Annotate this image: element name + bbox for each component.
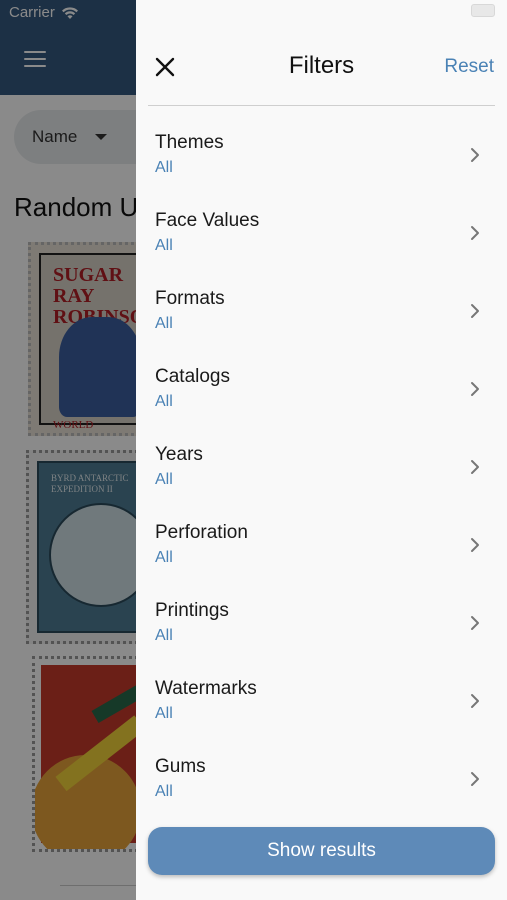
- filter-value: All: [155, 549, 173, 566]
- filter-row-printings[interactable]: Printings All: [136, 588, 507, 666]
- chevron-right-icon: [471, 538, 479, 552]
- filter-row-themes[interactable]: Themes All: [136, 120, 507, 198]
- chevron-right-icon: [471, 694, 479, 708]
- filter-label: Perforation: [155, 522, 248, 543]
- chevron-right-icon: [471, 304, 479, 318]
- filter-value: All: [155, 783, 173, 800]
- filter-value: All: [155, 705, 173, 722]
- filter-label: Formats: [155, 288, 225, 309]
- filter-label: Face Values: [155, 210, 260, 231]
- filter-row-years[interactable]: Years All: [136, 432, 507, 510]
- chevron-right-icon: [471, 148, 479, 162]
- filter-row-perforation[interactable]: Perforation All: [136, 510, 507, 588]
- chevron-right-icon: [471, 460, 479, 474]
- filter-row-watermarks[interactable]: Watermarks All: [136, 666, 507, 744]
- filter-row-gums[interactable]: Gums All: [136, 744, 507, 822]
- filter-label: Gums: [155, 756, 206, 777]
- show-results-button[interactable]: Show results: [148, 827, 495, 875]
- filter-label: Catalogs: [155, 366, 230, 387]
- chevron-right-icon: [471, 616, 479, 630]
- filters-drawer: Filters Reset Themes All Face Values All…: [136, 0, 507, 900]
- filter-value: All: [155, 237, 173, 254]
- filter-value: All: [155, 315, 173, 332]
- filter-row-formats[interactable]: Formats All: [136, 276, 507, 354]
- filter-value: All: [155, 627, 173, 644]
- filter-value: All: [155, 471, 173, 488]
- chevron-right-icon: [471, 772, 479, 786]
- filter-label: Printings: [155, 600, 229, 621]
- filter-label: Watermarks: [155, 678, 257, 699]
- reset-button[interactable]: Reset: [444, 56, 494, 78]
- filter-list: Themes All Face Values All Formats All C…: [136, 120, 507, 822]
- filter-value: All: [155, 159, 173, 176]
- filter-value: All: [155, 393, 173, 410]
- filter-label: Themes: [155, 132, 224, 153]
- filter-row-face-values[interactable]: Face Values All: [136, 198, 507, 276]
- battery-icon: [469, 4, 495, 17]
- filter-label: Years: [155, 444, 203, 465]
- chevron-right-icon: [471, 382, 479, 396]
- header-divider: [148, 105, 495, 106]
- chevron-right-icon: [471, 226, 479, 240]
- filter-row-catalogs[interactable]: Catalogs All: [136, 354, 507, 432]
